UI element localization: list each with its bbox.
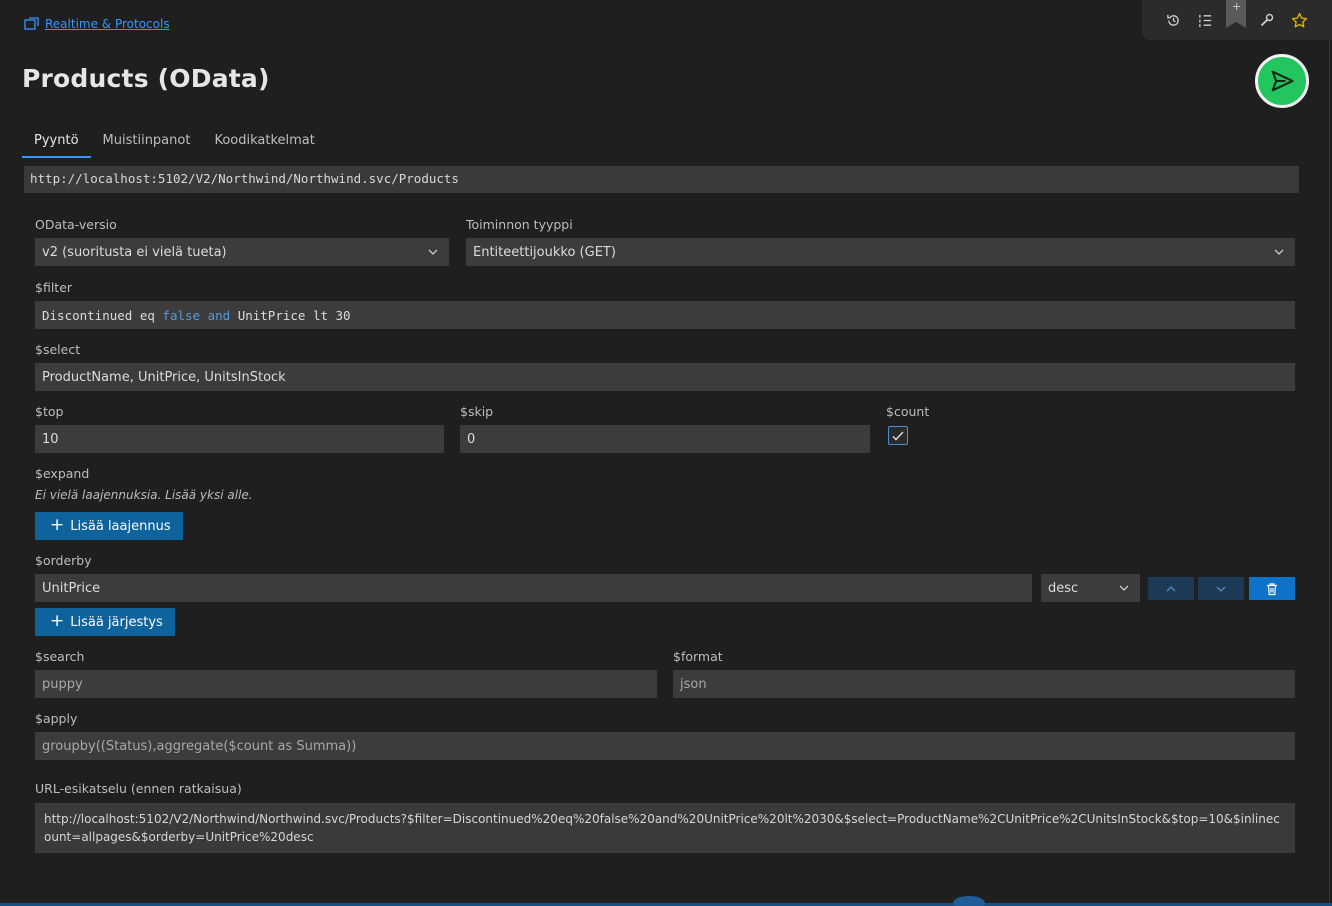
tab-snippets[interactable]: Koodikatkelmat — [202, 130, 326, 158]
delete-orderby-button[interactable] — [1249, 577, 1295, 600]
wrench-icon[interactable] — [1256, 9, 1278, 31]
skip-label: $skip — [460, 404, 494, 419]
send-button[interactable] — [1255, 54, 1309, 108]
odata-version-select[interactable]: v2 (suoritusta ei vielä tueta) — [35, 238, 449, 266]
breadcrumb: Realtime & Protocols — [24, 17, 170, 31]
tab-notes[interactable]: Muistiinpanot — [91, 130, 203, 158]
move-down-button[interactable] — [1198, 577, 1244, 600]
tab-bar: Pyyntö Muistiinpanot Koodikatkelmat — [22, 130, 327, 158]
skip-input[interactable]: 0 — [460, 425, 870, 453]
add-expand-button[interactable]: + Lisää laajennus — [35, 512, 183, 540]
orderby-direction-select[interactable]: desc — [1041, 574, 1140, 602]
plus-icon: + — [50, 610, 65, 631]
scroll-indicator[interactable] — [953, 896, 985, 906]
history-icon[interactable] — [1162, 9, 1184, 31]
chevron-down-icon — [1119, 585, 1129, 591]
odata-version-label: OData-versio — [35, 217, 117, 232]
apply-label: $apply — [35, 711, 78, 726]
scrollbar-track[interactable] — [1329, 40, 1330, 906]
trash-icon — [1267, 582, 1277, 595]
operation-type-value: Entiteettijoukko (GET) — [473, 244, 616, 260]
list-icon[interactable] — [1194, 9, 1216, 31]
star-icon[interactable] — [1288, 9, 1310, 31]
expand-empty-hint: Ei vielä laajennuksia. Lisää yksi alle. — [35, 488, 253, 502]
orderby-label: $orderby — [35, 553, 92, 568]
filter-keyword-false: false — [162, 307, 201, 323]
protocol-icon — [24, 17, 40, 31]
chevron-down-icon — [1216, 586, 1226, 592]
bookmark-icon[interactable]: + — [1226, 0, 1246, 28]
plus-icon: + — [50, 514, 65, 535]
filter-label: $filter — [35, 280, 73, 295]
filter-keyword-and: and — [207, 307, 231, 323]
format-label: $format — [673, 649, 723, 664]
filter-token: UnitPrice lt 30 — [230, 307, 351, 323]
select-label: $select — [35, 342, 81, 357]
top-input[interactable]: 10 — [35, 425, 444, 453]
url-preview-label: URL-esikatselu (ennen ratkaisua) — [35, 781, 242, 796]
move-up-button[interactable] — [1148, 577, 1194, 600]
orderby-direction-value: desc — [1048, 580, 1079, 596]
url-input[interactable]: http://localhost:5102/V2/Northwind/North… — [24, 166, 1299, 193]
url-preview: http://localhost:5102/V2/Northwind/North… — [35, 803, 1295, 853]
filter-input[interactable]: Discontinued eq false and UnitPrice lt 3… — [35, 301, 1295, 329]
select-input[interactable]: ProductName, UnitPrice, UnitsInStock — [35, 363, 1295, 391]
orderby-field-input[interactable]: UnitPrice — [35, 574, 1032, 602]
chevron-up-icon — [1166, 585, 1176, 591]
checkmark-icon — [892, 430, 904, 441]
odata-version-value: v2 (suoritusta ei vielä tueta) — [42, 244, 227, 260]
add-orderby-button[interactable]: + Lisää järjestys — [35, 608, 175, 636]
operation-type-select[interactable]: Entiteettijoukko (GET) — [466, 238, 1295, 266]
tab-request[interactable]: Pyyntö — [22, 130, 91, 158]
filter-token — [200, 308, 208, 323]
send-icon — [1271, 70, 1294, 92]
search-input[interactable]: puppy — [35, 670, 657, 698]
top-label: $top — [35, 404, 64, 419]
format-input[interactable]: json — [673, 670, 1295, 698]
apply-input[interactable]: groupby((Status),aggregate($count as Sum… — [35, 732, 1295, 760]
top-toolbar: + — [1142, 0, 1332, 40]
chevron-down-icon — [428, 249, 438, 255]
expand-label: $expand — [35, 466, 90, 481]
count-label: $count — [886, 404, 930, 419]
operation-type-label: Toiminnon tyyppi — [466, 217, 573, 232]
chevron-down-icon — [1274, 249, 1284, 255]
search-label: $search — [35, 649, 85, 664]
breadcrumb-link[interactable]: Realtime & Protocols — [45, 17, 170, 31]
page-title: Products (OData) — [22, 64, 270, 93]
add-orderby-label: Lisää järjestys — [70, 614, 163, 630]
add-expand-label: Lisää laajennus — [70, 518, 171, 534]
filter-token: Discontinued eq — [42, 307, 163, 323]
count-checkbox[interactable] — [888, 426, 908, 445]
